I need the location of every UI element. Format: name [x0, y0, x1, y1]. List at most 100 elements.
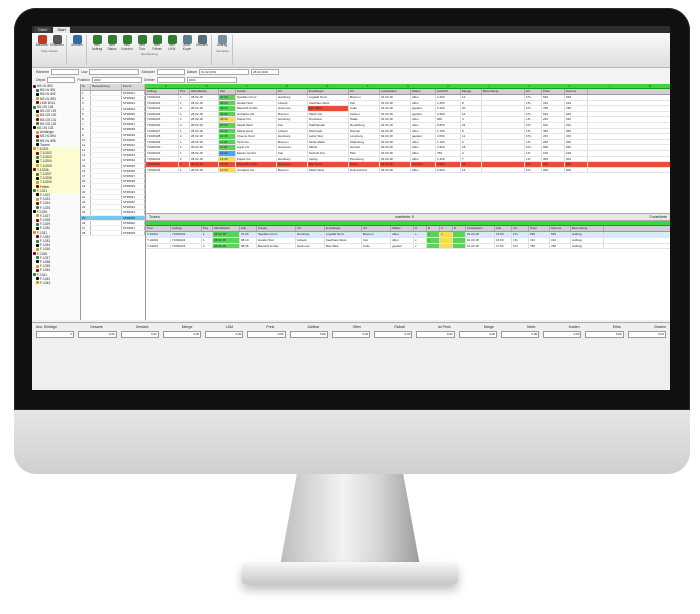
- summary-label: Kosten: [568, 325, 580, 329]
- filter-input[interactable]: [156, 69, 185, 75]
- grid-header-cell[interactable]: Tour: [146, 226, 171, 232]
- grid-header-cell[interactable]: Preis: [529, 226, 550, 232]
- list-item[interactable]: 28 ST98048: [81, 231, 145, 237]
- grid-header-cell[interactable]: Zeit: [240, 226, 257, 232]
- filter-input[interactable]: [156, 77, 185, 83]
- band-label: F: [366, 84, 369, 88]
- vehicle-tree[interactable]: NS-HL 890 NS-HL 891 NS-HL 892 NS-HL 893 LKW …: [32, 84, 81, 320]
- ribbon-button[interactable]: Abholen: [71, 35, 83, 48]
- grid-header-cell[interactable]: Lieferdatum: [466, 226, 495, 232]
- table-cell: 11:30: [219, 145, 236, 150]
- ribbon-button[interactable]: Drucken: [196, 35, 208, 51]
- summary-value: 0,00: [331, 331, 371, 338]
- table-cell: Spedition Kurz: [236, 95, 277, 100]
- list-cell: [91, 132, 122, 137]
- grid-header-cell[interactable]: Ort: [296, 226, 325, 232]
- table-row[interactable]: 71000234 1 28.02.18 13:30 Getränke AG Bremen M…: [146, 167, 670, 174]
- filter-input[interactable]: [89, 69, 140, 75]
- grid-header-cell[interactable]: C: [440, 226, 453, 232]
- grid-header-cell[interactable]: Ort: [277, 89, 308, 94]
- orders-grid[interactable]: ABCDEFGHIJKLM Auftrag Pos Abholdatum Zeit Ku…: [146, 84, 670, 320]
- table-cell: 01.03.18: [380, 100, 411, 106]
- filter-label: Depot: [36, 78, 46, 82]
- summary-value: 0,00: [205, 331, 244, 338]
- grid-header-cell[interactable]: Auftrag: [171, 226, 202, 232]
- table-cell: 01.03.18: [380, 95, 411, 100]
- table-cell: offen: [411, 128, 436, 134]
- grid-header-cell[interactable]: Zeit: [219, 89, 236, 94]
- grid-header-cell[interactable]: Lieferdatum: [380, 89, 411, 94]
- table-cell: 1: [179, 162, 190, 167]
- grid-header-cell[interactable]: Summe: [550, 226, 571, 232]
- list-cell: 10: [81, 137, 92, 142]
- ribbon-button[interactable]: Benutzer: [36, 35, 48, 48]
- grid-header-cell[interactable]: Kunde: [236, 89, 277, 94]
- grid-header-cell[interactable]: Auftrag: [146, 89, 179, 94]
- grid-header-cell[interactable]: Gewicht: [436, 89, 461, 94]
- filter-input[interactable]: [51, 69, 80, 75]
- tab-1[interactable]: Start: [53, 26, 70, 33]
- table-cell: 02.03.18: [380, 122, 411, 128]
- filter-input[interactable]: 01.02.2019: [199, 69, 250, 75]
- summary-label: LDM: [225, 325, 234, 329]
- vehicle-icon: [36, 193, 39, 197]
- grid-header-cell[interactable]: Abholdatum: [213, 226, 240, 232]
- grid-header-cell[interactable]: Preis: [542, 89, 565, 94]
- table-cell: T-10203: [146, 243, 171, 249]
- ribbon-button[interactable]: Neu LKW: [166, 35, 178, 51]
- ribbon-button[interactable]: Neu Auftrag: [91, 35, 103, 51]
- vehicle-icon: [36, 268, 39, 272]
- grid-header-cell[interactable]: B: [427, 226, 440, 232]
- grid-header-cell[interactable]: Art: [512, 226, 529, 232]
- table-cell: 190: [565, 150, 588, 156]
- grid-header-cell[interactable]: Ort: [349, 89, 380, 94]
- grid-header-cell[interactable]: Bemerkung: [482, 89, 525, 94]
- table-cell: 03.03.18: [380, 156, 411, 162]
- list-cell: [91, 194, 122, 199]
- filter-input[interactable]: 2000: [91, 77, 142, 83]
- table-cell: Bremen: [349, 95, 380, 100]
- grid-header-cell[interactable]: A: [414, 226, 427, 232]
- summary-label: Gesamt: [90, 325, 103, 329]
- grid-header-cell[interactable]: Summe: [565, 89, 588, 94]
- grid-header-cell[interactable]: Empfänger: [308, 89, 349, 94]
- table-cell: Kiel: [277, 150, 308, 156]
- grid-header-cell[interactable]: Pos: [179, 89, 190, 94]
- filter-input[interactable]: 2000: [186, 77, 237, 83]
- ribbon-button[interactable]: Neu Kunden: [121, 35, 133, 51]
- grid-header-cell[interactable]: Abholdatum: [190, 89, 219, 94]
- ribbon-button[interactable]: Neu Tour: [136, 35, 148, 51]
- grid-header-cell[interactable]: Menge: [461, 89, 482, 94]
- filter-input[interactable]: 28.02.2019: [251, 69, 280, 75]
- filter-input[interactable]: [47, 77, 76, 83]
- tree-node[interactable]: F-1043: [32, 281, 80, 285]
- table-cell: 310: [550, 237, 571, 243]
- tab-0[interactable]: Datei: [34, 26, 52, 33]
- grid-header-cell[interactable]: Status: [391, 226, 414, 232]
- grid-header-cell[interactable]: Pos: [202, 226, 213, 232]
- ribbon-button[interactable]: Auftr. Kopie: [181, 35, 193, 51]
- grid-header-cell[interactable]: Status: [411, 89, 436, 94]
- band-label: H: [447, 84, 450, 88]
- table-cell: Lübeck: [277, 128, 308, 134]
- list-header-cell: Bezeichnung: [91, 84, 122, 90]
- ribbon-button[interactable]: Einstellen: [50, 35, 64, 48]
- grid-header-cell[interactable]: Ort: [362, 226, 391, 232]
- grid-header-cell[interactable]: D: [453, 226, 466, 232]
- table-cell: [427, 243, 440, 249]
- table-cell: 1.700: [436, 128, 461, 134]
- grid-header-cell[interactable]: Kunde: [257, 226, 296, 232]
- object-list[interactable]: Nr Bezeichnung Kennz. 1 ST98021 2 ST98022 3 ST9…: [81, 84, 146, 320]
- grid-header-cell[interactable]: Zeit: [495, 226, 512, 232]
- table-cell: Hannover: [296, 243, 325, 249]
- list-cell: [91, 210, 122, 215]
- filter-label: Position: [77, 78, 90, 82]
- table-row[interactable]: T-10203 71000223 2 28.02.18 08:45 Baustoff Gm…: [146, 243, 670, 250]
- ribbon-button[interactable]: Auftrag: [216, 35, 228, 48]
- grid-header-cell[interactable]: Bemerkung: [571, 226, 604, 232]
- ribbon-button[interactable]: Neu Fahrer: [151, 35, 163, 51]
- ribbon-button[interactable]: Neu Status: [106, 35, 118, 51]
- grid-header-cell[interactable]: Empfänger: [325, 226, 362, 232]
- grid-header-cell[interactable]: Art: [525, 89, 542, 94]
- list-cell: ST98041: [122, 194, 145, 199]
